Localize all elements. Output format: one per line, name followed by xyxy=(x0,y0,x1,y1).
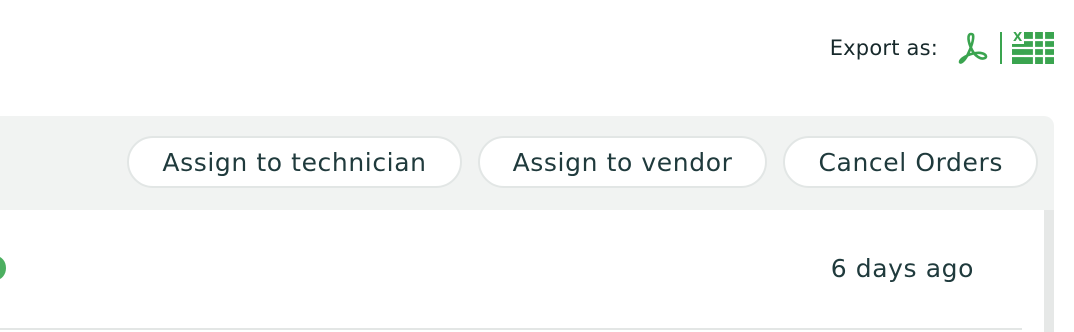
export-divider xyxy=(1000,32,1002,64)
toolbar-buttons: Assign to technician Assign to vendor Ca… xyxy=(127,136,1038,188)
svg-text:X: X xyxy=(1013,30,1023,44)
pdf-icon[interactable] xyxy=(954,30,990,66)
export-bar: Export as: X xyxy=(830,28,1054,68)
order-list: 6 days ago xyxy=(0,210,1054,332)
action-toolbar: Assign to technician Assign to vendor Ca… xyxy=(0,116,1054,210)
status-dot xyxy=(0,256,6,280)
cancel-orders-button[interactable]: Cancel Orders xyxy=(783,136,1038,188)
export-icons: X xyxy=(954,30,1054,66)
scrollbar[interactable] xyxy=(1044,210,1054,332)
excel-icon[interactable]: X xyxy=(1012,30,1054,66)
table-row[interactable]: 6 days ago xyxy=(0,210,1022,330)
assign-technician-button[interactable]: Assign to technician xyxy=(127,136,462,188)
export-label: Export as: xyxy=(829,36,938,60)
page: Export as: X Assign to technician Assign… xyxy=(0,0,1074,332)
row-time: 6 days ago xyxy=(830,254,974,283)
assign-vendor-button[interactable]: Assign to vendor xyxy=(477,136,768,188)
